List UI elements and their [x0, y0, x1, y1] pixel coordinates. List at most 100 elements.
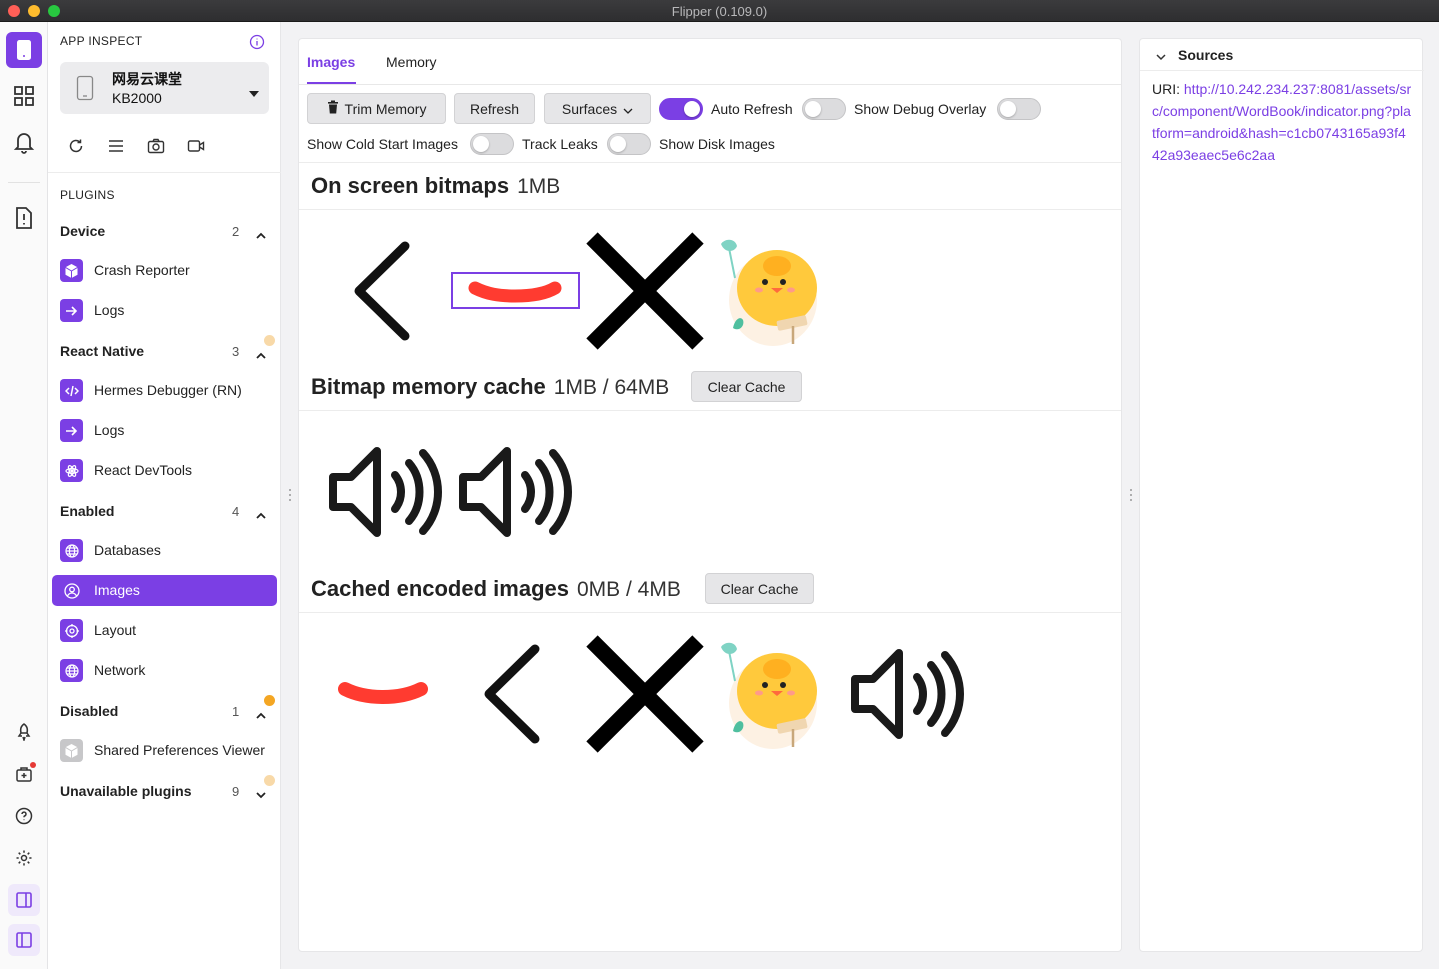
image-thumbnail-yellow-chick[interactable]: [713, 633, 835, 755]
plugin-item-device-logs[interactable]: Logs: [52, 295, 277, 326]
plugin-item-images[interactable]: Images: [52, 575, 277, 606]
chevron-up-icon: [256, 706, 266, 722]
help-rail-button[interactable]: [6, 798, 42, 834]
group-count: 9: [232, 784, 240, 799]
plugin-item-label: Logs: [94, 302, 125, 318]
tab-images[interactable]: Images: [307, 54, 355, 70]
image-thumbnail-red-smile[interactable]: [321, 633, 443, 755]
sidebar-resize-handle[interactable]: [288, 488, 292, 502]
plugin-group-react-native[interactable]: React Native 3: [60, 339, 273, 363]
uri-link[interactable]: http://10.242.234.237:8081/assets/src/co…: [1152, 81, 1411, 163]
record-video-button[interactable]: [186, 136, 206, 156]
toggle-right-sidebar-button[interactable]: [8, 884, 40, 916]
section-size: 0MB / 4MB: [576, 578, 681, 601]
plugin-group-disabled[interactable]: Disabled 1: [60, 699, 273, 723]
sidebar-divider: [48, 172, 281, 173]
show-cold-start-images-toggle[interactable]: [470, 133, 514, 155]
chevron-down-icon: [1156, 48, 1166, 64]
window-title: Flipper (0.109.0): [671, 4, 768, 19]
auto-refresh-label: Auto Refresh: [711, 101, 793, 117]
info-icon[interactable]: [249, 34, 265, 53]
plugin-item-label: Shared Preferences Viewer: [94, 742, 265, 758]
toolbar-divider: [299, 162, 1121, 163]
plugin-group-unavailable[interactable]: Unavailable plugins 9: [60, 779, 273, 803]
image-thumbnail-speaker[interactable]: [451, 431, 573, 553]
react-atom-icon: [60, 459, 83, 482]
on-screen-bitmaps-heading: On screen bitmaps 1MB: [311, 173, 560, 199]
mobile-device-icon: [16, 39, 32, 61]
image-thumbnail-back-chevron[interactable]: [451, 633, 573, 755]
rocket-icon: [15, 723, 33, 741]
plugin-item-crash-reporter[interactable]: Crash Reporter: [52, 255, 277, 286]
image-thumbnail-yellow-chick[interactable]: [713, 230, 835, 352]
toggle-left-sidebar-button[interactable]: [8, 924, 40, 956]
clear-encoded-cache-button[interactable]: Clear Cache: [705, 573, 814, 604]
section-divider: [299, 612, 1121, 613]
toggle-knob: [805, 101, 821, 117]
trash-icon: [327, 100, 339, 117]
plugin-item-label: Logs: [94, 422, 125, 438]
device-selector[interactable]: 网易云课堂 KB2000: [60, 62, 269, 114]
plugin-item-databases[interactable]: Databases: [52, 535, 277, 566]
image-thumbnail-red-smile-selected[interactable]: [451, 272, 580, 309]
plugin-item-label: React DevTools: [94, 462, 193, 478]
crash-reporter-icon: [60, 259, 83, 282]
toggle-knob: [473, 136, 489, 152]
logs-file-rail-button[interactable]: [6, 200, 42, 236]
device-serial: KB2000: [112, 90, 162, 106]
arrow-right-icon: [60, 299, 83, 322]
rocket-rail-button[interactable]: [6, 714, 42, 750]
app-inspect-rail-button[interactable]: [6, 32, 42, 68]
chevron-up-icon: [256, 346, 266, 362]
notification-dot: [30, 762, 36, 768]
refresh-button[interactable]: Refresh: [454, 93, 535, 124]
image-thumbnail-speaker[interactable]: [843, 633, 965, 755]
image-thumbnail-back-chevron[interactable]: [321, 230, 443, 352]
plugin-item-shared-preferences[interactable]: Shared Preferences Viewer: [52, 735, 277, 766]
sources-header[interactable]: Sources: [1140, 39, 1424, 71]
plugin-item-layout[interactable]: Layout: [52, 615, 277, 646]
surfaces-dropdown[interactable]: Surfaces: [544, 93, 651, 124]
globe-icon: [60, 539, 83, 562]
settings-rail-button[interactable]: [6, 840, 42, 876]
plugin-manager-rail-button[interactable]: [6, 756, 42, 792]
plugin-sidebar: APP INSPECT 网易云课堂 KB2000 PLUGINS Device …: [48, 22, 281, 969]
show-debug-overlay-label: Show Debug Overlay: [854, 101, 987, 117]
image-thumbnail-close-x[interactable]: [584, 633, 706, 755]
tab-memory[interactable]: Memory: [386, 54, 437, 70]
auto-refresh-toggle[interactable]: [659, 98, 703, 120]
track-leaks-toggle[interactable]: [607, 133, 651, 155]
plugin-item-hermes-debugger[interactable]: Hermes Debugger (RN): [52, 375, 277, 406]
show-cold-start-images-label: Show Cold Start Images: [307, 136, 458, 152]
file-alert-icon: [14, 206, 34, 230]
notifications-rail-button[interactable]: [6, 124, 42, 160]
group-name: Enabled: [60, 503, 115, 519]
plugin-item-network[interactable]: Network: [52, 655, 277, 686]
menu-lines-button[interactable]: [106, 136, 126, 156]
image-thumbnail-speaker[interactable]: [321, 431, 443, 553]
details-resize-handle[interactable]: [1129, 488, 1133, 502]
clear-bitmap-cache-button[interactable]: Clear Cache: [691, 371, 802, 402]
trim-memory-button[interactable]: Trim Memory: [307, 93, 446, 124]
group-count: 1: [232, 704, 240, 719]
screenshot-camera-button[interactable]: [146, 136, 166, 156]
chevron-down-icon: [256, 786, 266, 802]
gear-icon: [15, 849, 33, 867]
plugin-group-device[interactable]: Device 2: [60, 219, 273, 243]
trim-memory-label: Trim Memory: [344, 100, 427, 117]
app-grid-rail-button[interactable]: [6, 78, 42, 114]
plugin-item-rn-logs[interactable]: Logs: [52, 415, 277, 446]
show-disk-images-label: Show Disk Images: [659, 136, 775, 152]
update-badge-dot: [264, 335, 275, 346]
left-panel-icon: [15, 931, 33, 949]
plugin-item-react-devtools[interactable]: React DevTools: [52, 455, 277, 486]
globe-icon: [60, 659, 83, 682]
image-thumbnail-close-x[interactable]: [584, 230, 706, 352]
package-icon: [60, 739, 83, 762]
surfaces-label: Surfaces: [561, 100, 618, 117]
plugin-item-label: Layout: [94, 622, 137, 638]
plugin-group-enabled[interactable]: Enabled 4: [60, 499, 273, 523]
reload-button[interactable]: [66, 136, 86, 156]
show-debug-overlay-toggle[interactable]: [802, 98, 846, 120]
debug-overlay-option-toggle[interactable]: [997, 98, 1041, 120]
